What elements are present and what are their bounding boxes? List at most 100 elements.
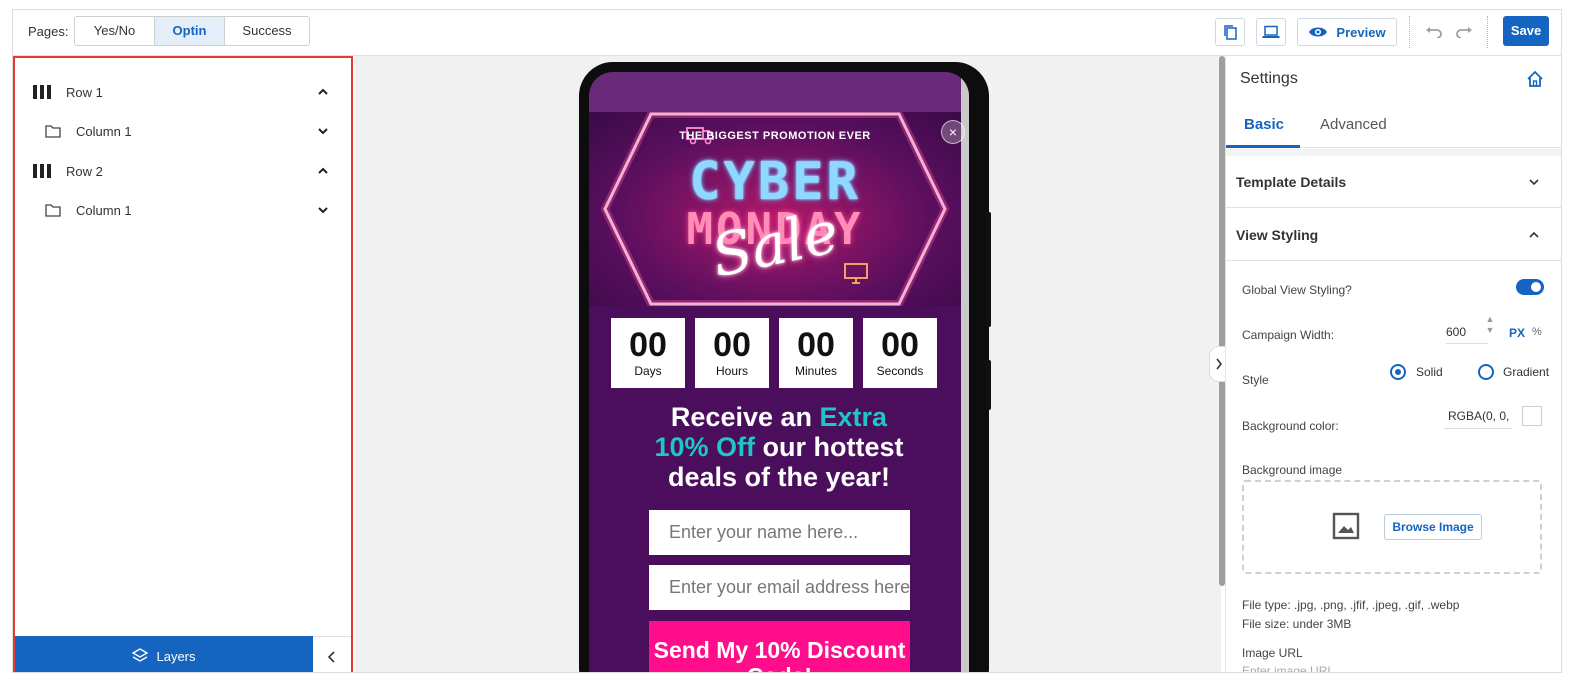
page-tab-yes-no[interactable]: Yes/No xyxy=(75,17,155,45)
chevron-left-icon xyxy=(327,650,335,663)
save-button[interactable]: Save xyxy=(1503,16,1549,46)
eye-icon xyxy=(1309,27,1328,37)
timer-seconds: 00 Seconds xyxy=(863,318,937,388)
desktop-view-button[interactable] xyxy=(1256,18,1286,46)
global-view-styling-toggle[interactable] xyxy=(1516,279,1544,295)
folder-icon xyxy=(45,124,61,138)
active-tab-indicator xyxy=(1226,145,1300,148)
monitor-icon xyxy=(844,263,868,284)
image-icon xyxy=(1332,512,1360,540)
preview-label: Preview xyxy=(1336,24,1386,40)
undo-icon xyxy=(1426,27,1442,38)
laptop-icon xyxy=(1262,25,1280,38)
timer-hours: 00 Hours xyxy=(695,318,769,388)
width-stepper[interactable]: ▲ ▼ xyxy=(1484,314,1496,338)
home-icon[interactable] xyxy=(1526,70,1544,88)
popup-headline: Receive an Extra 10% Off our hottest dea… xyxy=(589,402,969,492)
unit-px-option[interactable]: PX xyxy=(1509,326,1525,340)
settings-panel: Settings Basic Advanced Template Details… xyxy=(1225,56,1561,672)
layers-icon xyxy=(132,648,149,662)
chevron-down-icon[interactable] xyxy=(317,125,329,137)
editor-window: Pages: Yes/No Optin Success Preview Save xyxy=(12,9,1562,673)
chevron-down-icon xyxy=(1529,179,1539,186)
background-color-label: Background color: xyxy=(1242,419,1339,433)
settings-title: Settings xyxy=(1240,70,1298,87)
redo-icon xyxy=(1456,27,1472,38)
background-image-label: Background image xyxy=(1242,463,1343,477)
file-type-info: File type: .jpg, .png, .jfif, .jpeg, .gi… xyxy=(1242,598,1460,612)
timer-value: 00 xyxy=(713,326,751,364)
top-toolbar: Pages: Yes/No Optin Success Preview Save xyxy=(13,10,1561,56)
headline-text: Receive an xyxy=(670,402,820,432)
style-solid-radio[interactable] xyxy=(1390,364,1406,380)
color-swatch[interactable] xyxy=(1522,406,1542,426)
email-input[interactable]: Enter your email address here xyxy=(649,565,910,610)
timer-label: Seconds xyxy=(876,364,924,378)
name-input[interactable]: Enter your name here... xyxy=(649,510,910,555)
headline-highlight: 10% Off xyxy=(654,432,756,462)
layer-label: Column 1 xyxy=(76,202,132,218)
timer-value: 00 xyxy=(881,326,919,364)
layer-label: Row 1 xyxy=(66,84,103,100)
promo-line: THE BIGGEST PROMOTION EVER xyxy=(679,130,871,142)
file-size-info: File size: under 3MB xyxy=(1242,617,1352,631)
global-view-styling-label: Global View Styling? xyxy=(1242,283,1352,297)
layer-label: Column 1 xyxy=(76,123,132,139)
collapse-panel-button[interactable] xyxy=(313,636,351,672)
phone-side-button xyxy=(985,360,991,410)
layers-button-label: Layers xyxy=(156,648,196,664)
timer-days: 00 Days xyxy=(611,318,685,388)
layers-button[interactable]: Layers xyxy=(15,636,313,672)
page-tabs: Yes/No Optin Success xyxy=(74,16,310,46)
image-url-input[interactable]: Enter image URL xyxy=(1242,664,1334,672)
style-gradient-radio[interactable] xyxy=(1478,364,1494,380)
page-tab-success[interactable]: Success xyxy=(225,17,309,45)
layer-row-1[interactable]: Row 1 xyxy=(15,80,351,104)
chevron-right-icon xyxy=(1216,358,1223,370)
tab-advanced[interactable]: Advanced xyxy=(1320,116,1387,133)
layers-panel: Row 1 Column 1 Row 2 Column 1 Layers xyxy=(13,56,353,672)
popup-scrollbar[interactable] xyxy=(961,72,969,672)
toolbar-divider xyxy=(1487,16,1488,48)
section-title: Template Details xyxy=(1236,174,1347,190)
undo-button[interactable] xyxy=(1423,22,1445,42)
campaign-width-input[interactable]: 600 xyxy=(1446,320,1488,344)
settings-tabs: Basic Advanced xyxy=(1226,104,1561,148)
campaign-width-label: Campaign Width: xyxy=(1242,328,1335,342)
style-label: Style xyxy=(1242,373,1269,387)
chevron-down-icon[interactable] xyxy=(317,204,329,216)
style-solid-label: Solid xyxy=(1416,365,1443,379)
toolbar-divider xyxy=(1409,16,1410,48)
layer-column-1[interactable]: Column 1 xyxy=(15,119,351,143)
section-view-styling[interactable]: View Styling xyxy=(1226,209,1561,261)
headline-text: deals of the year! xyxy=(667,462,891,492)
layer-column-2[interactable]: Column 1 xyxy=(15,198,351,222)
image-url-label: Image URL xyxy=(1242,646,1303,660)
duplicate-button[interactable] xyxy=(1215,18,1245,46)
pages-label: Pages: xyxy=(28,24,69,39)
phone-frame: THE BIGGEST PROMOTION EVER CYBER MONDAY … xyxy=(579,62,991,672)
image-dropzone[interactable]: Browse Image xyxy=(1242,480,1542,574)
chevron-up-icon[interactable] xyxy=(317,86,329,98)
chevron-up-icon[interactable] xyxy=(317,165,329,177)
preview-button[interactable]: Preview xyxy=(1297,18,1397,46)
page-tab-optin[interactable]: Optin xyxy=(155,17,225,45)
popup-screen: THE BIGGEST PROMOTION EVER CYBER MONDAY … xyxy=(589,72,969,672)
layer-row-2[interactable]: Row 2 xyxy=(15,159,351,183)
chevron-up-icon xyxy=(1529,231,1539,238)
popup-top-strip xyxy=(589,72,969,112)
timer-label: Hours xyxy=(715,364,748,378)
redo-button[interactable] xyxy=(1453,22,1475,42)
columns-icon xyxy=(33,164,51,178)
layer-label: Row 2 xyxy=(66,163,103,179)
close-popup-button[interactable]: × xyxy=(941,120,965,144)
timer-label: Minutes xyxy=(794,364,838,378)
tab-basic[interactable]: Basic xyxy=(1244,116,1284,133)
background-color-input[interactable]: RGBA(0, 0, 0, 0) xyxy=(1444,403,1512,429)
layers-footer: Layers xyxy=(15,636,351,672)
unit-percent-option[interactable]: % xyxy=(1532,326,1542,338)
browse-image-button[interactable]: Browse Image xyxy=(1384,514,1482,540)
section-template-details[interactable]: Template Details xyxy=(1226,156,1561,208)
copy-icon xyxy=(1224,25,1237,40)
send-discount-button[interactable]: Send My 10% Discount Code! xyxy=(649,621,910,672)
